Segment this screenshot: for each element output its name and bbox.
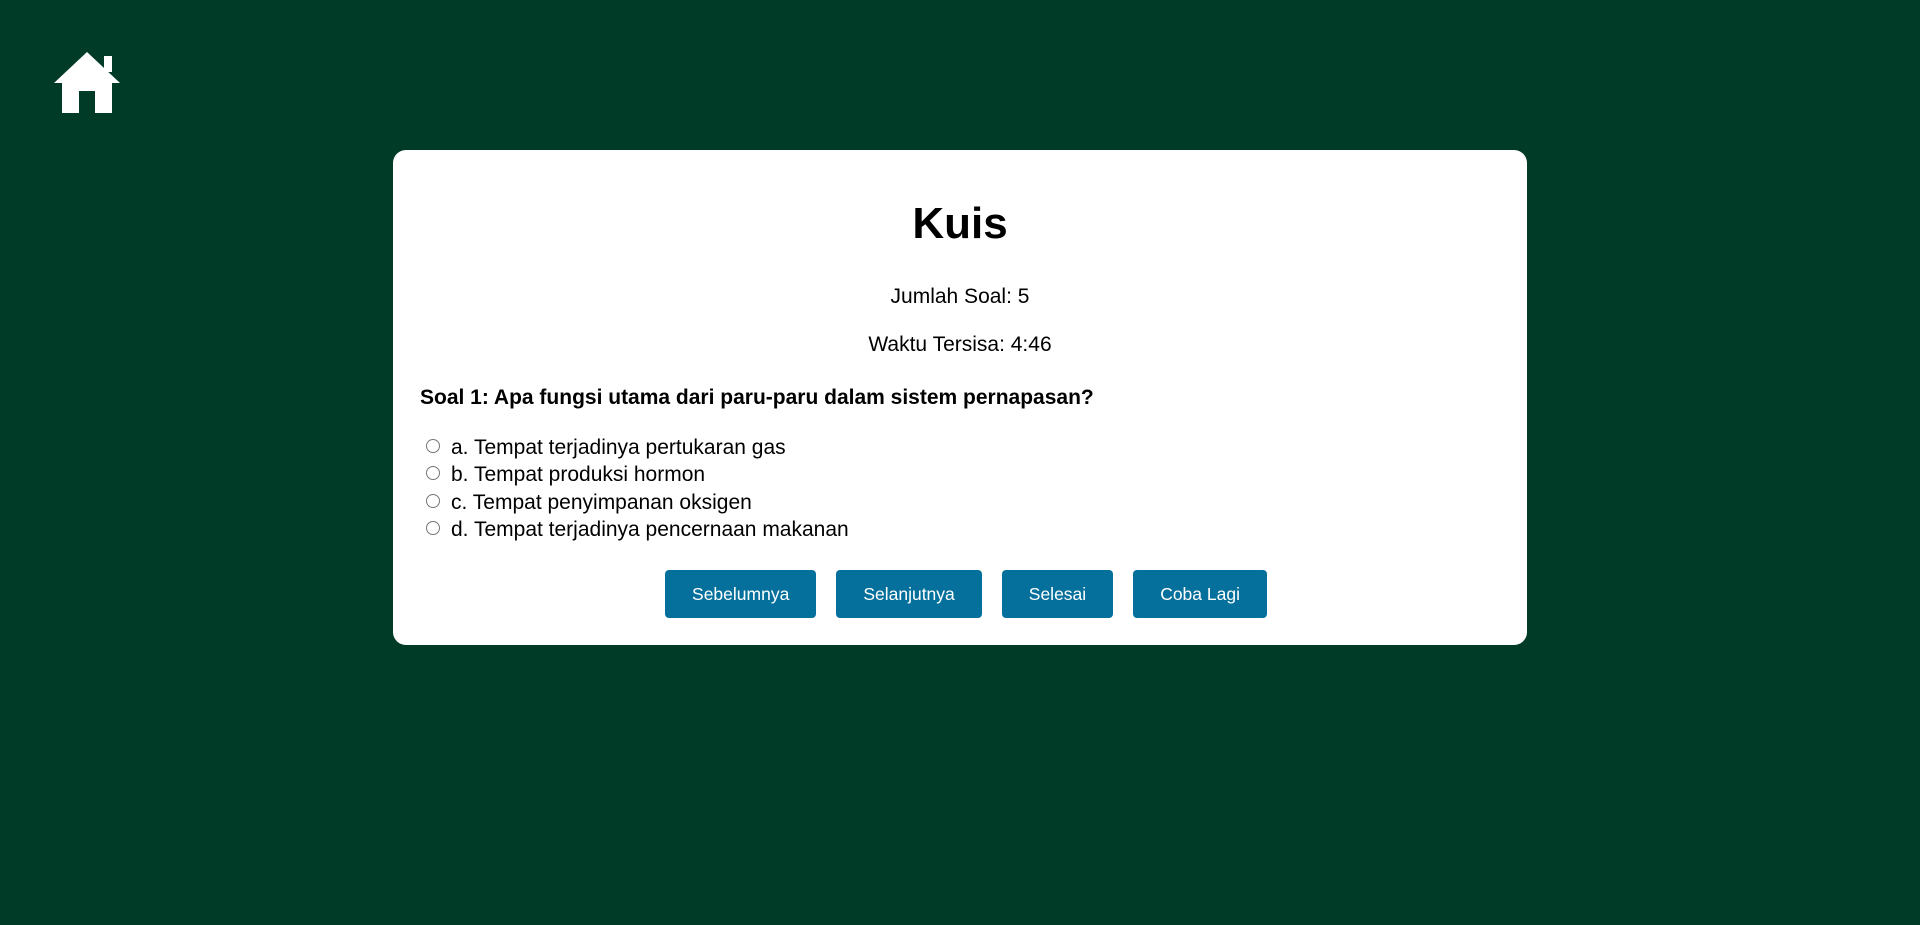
next-button[interactable]: Selanjutnya — [836, 570, 982, 618]
answer-option-b[interactable]: b. Tempat produksi hormon — [426, 462, 849, 490]
question-count: Jumlah Soal: 5 — [890, 285, 1030, 308]
answer-option-a[interactable]: a. Tempat terjadinya pertukaran gas — [426, 434, 849, 462]
time-remaining: Waktu Tersisa: 4:46 — [868, 333, 1052, 356]
answer-label: b. Tempat produksi hormon — [451, 463, 706, 487]
question-text: Soal 1: Apa fungsi utama dari paru-paru … — [420, 386, 1094, 409]
radio-button[interactable] — [426, 521, 440, 536]
answer-label: c. Tempat penyimpanan oksigen — [451, 490, 752, 514]
radio-button[interactable] — [426, 466, 440, 481]
quiz-title: Kuis — [912, 199, 1008, 248]
quiz-card: Kuis Jumlah Soal: 5 Waktu Tersisa: 4:46 … — [393, 150, 1527, 645]
answer-options: a. Tempat terjadinya pertukaran gas b. T… — [426, 434, 849, 544]
previous-button[interactable]: Sebelumnya — [665, 570, 817, 618]
finish-button[interactable]: Selesai — [1001, 570, 1114, 618]
answer-option-c[interactable]: c. Tempat penyimpanan oksigen — [426, 489, 849, 517]
home-button[interactable] — [54, 50, 120, 114]
home-icon — [54, 52, 120, 113]
retry-button[interactable]: Coba Lagi — [1133, 570, 1267, 618]
answer-label: a. Tempat terjadinya pertukaran gas — [451, 435, 786, 459]
quiz-navigation: Sebelumnya Selanjutnya Selesai Coba Lagi — [393, 570, 1527, 618]
radio-button[interactable] — [426, 493, 440, 508]
answer-option-d[interactable]: d. Tempat terjadinya pencernaan makanan — [426, 517, 849, 545]
radio-button[interactable] — [426, 438, 440, 453]
answer-label: d. Tempat terjadinya pencernaan makanan — [451, 518, 849, 542]
